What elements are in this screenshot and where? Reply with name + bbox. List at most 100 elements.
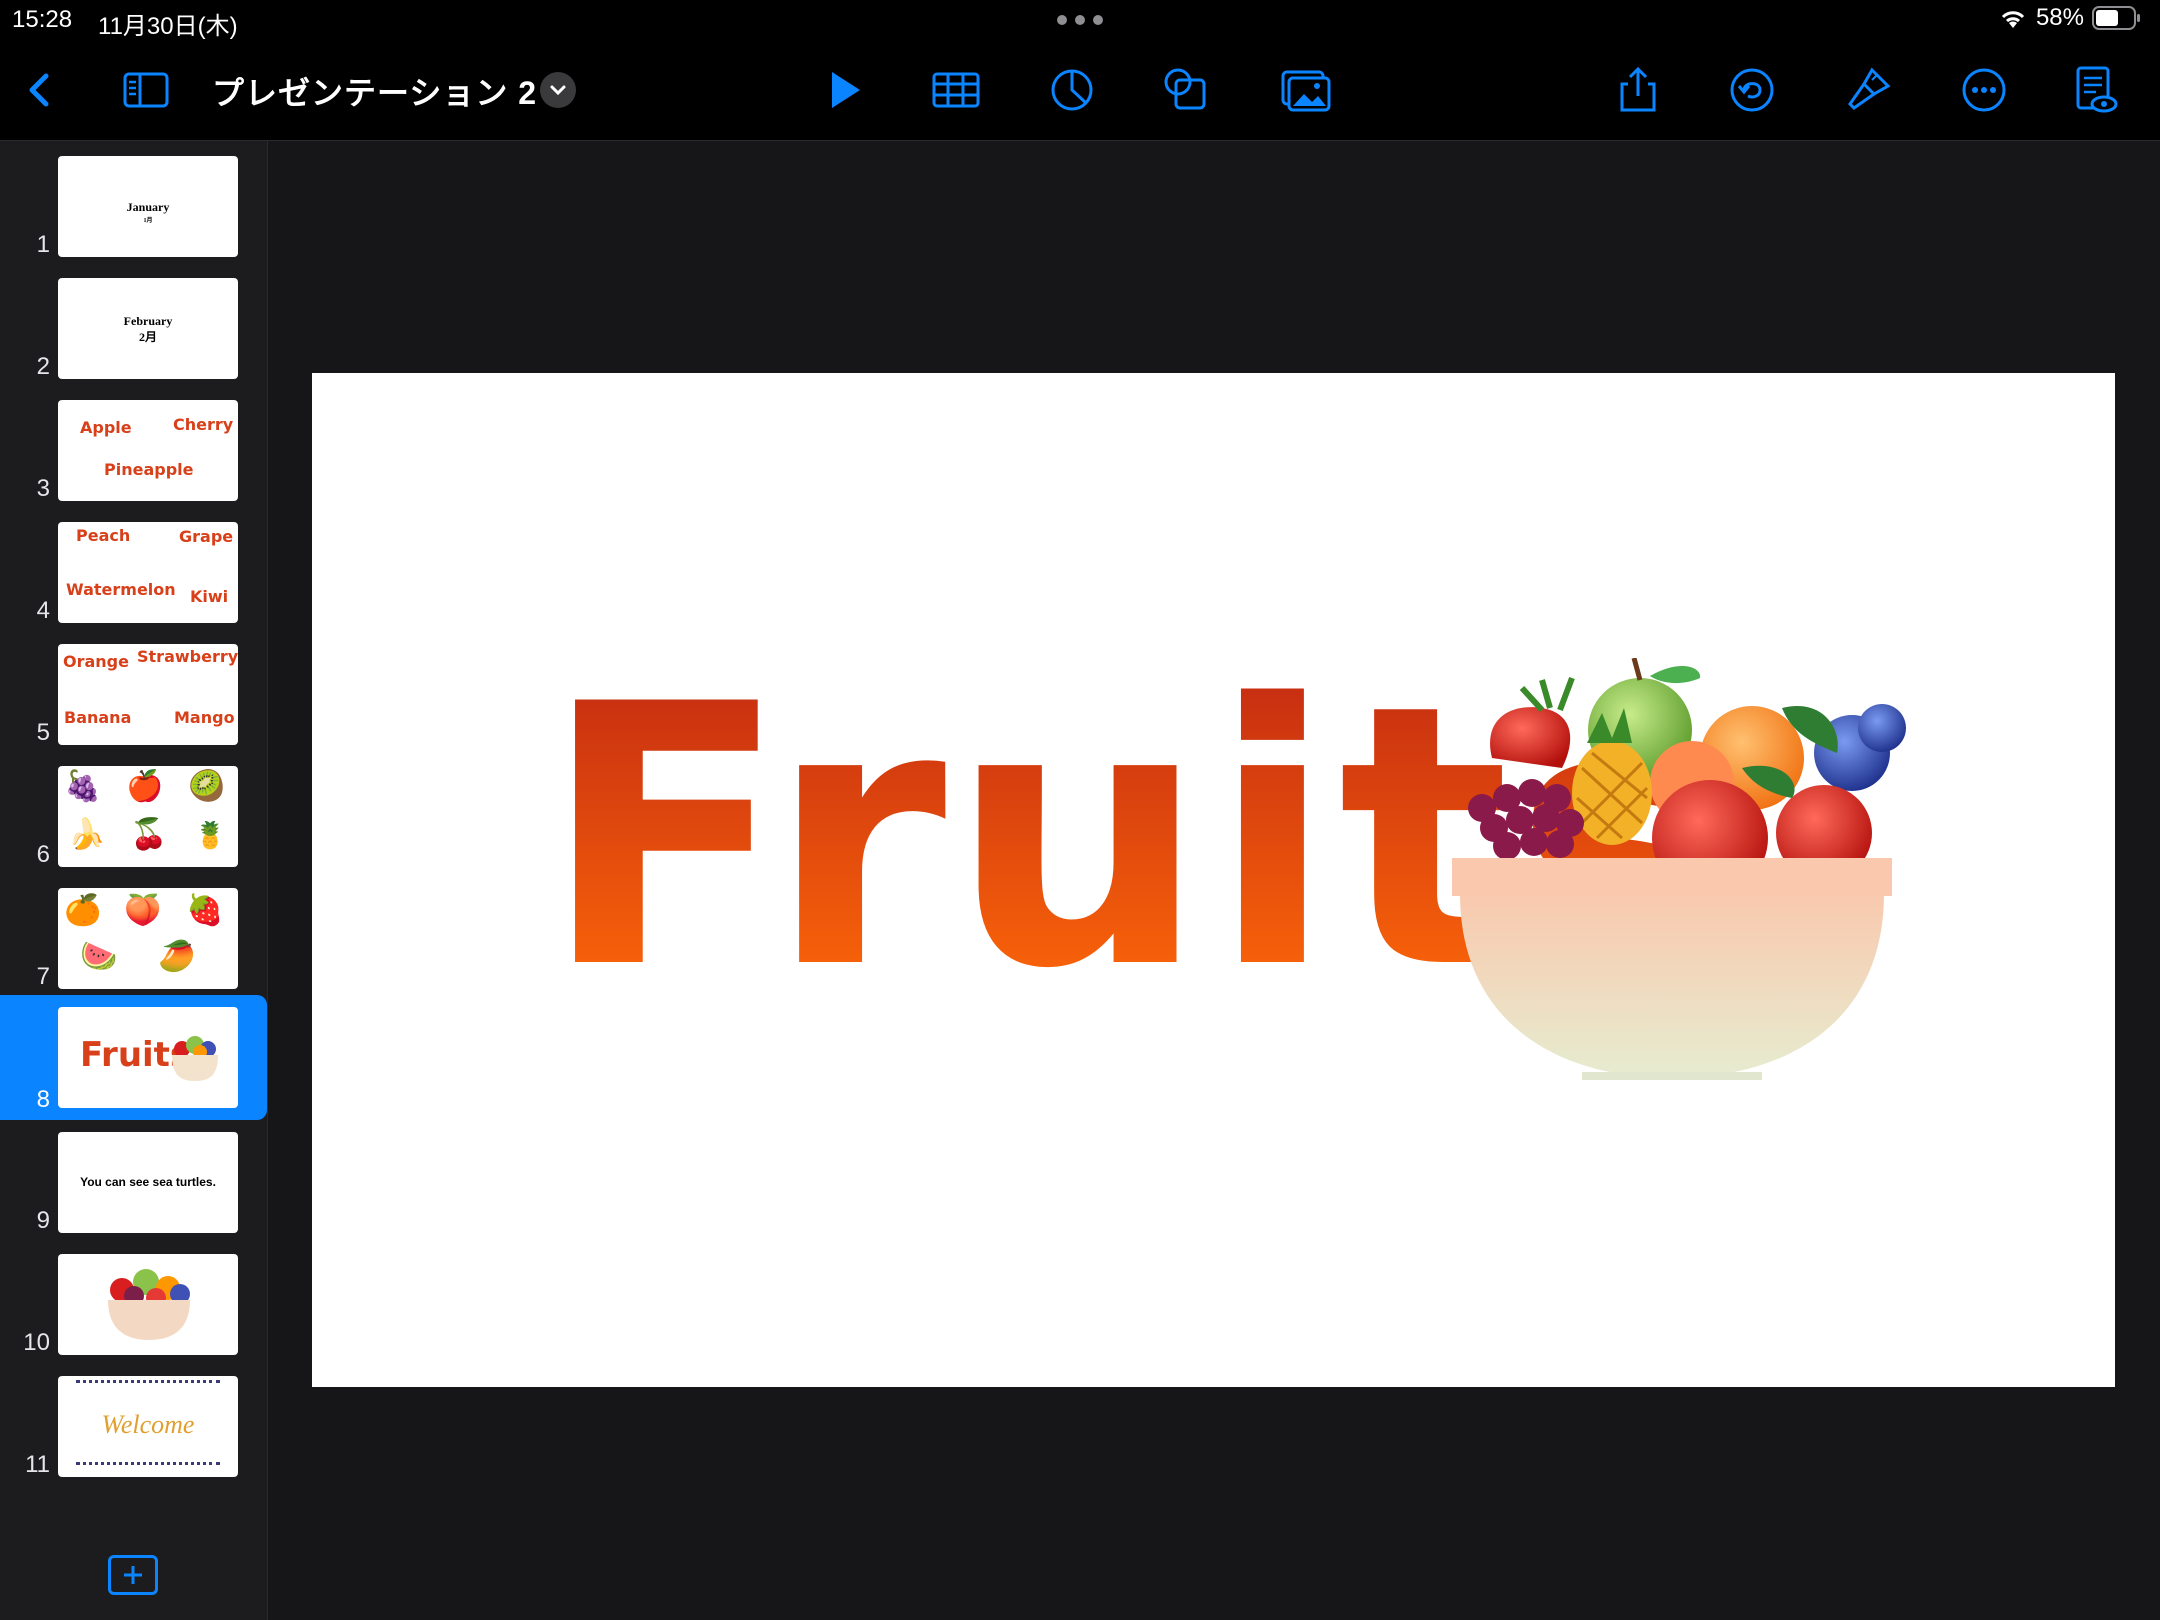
title-menu-button[interactable] xyxy=(540,72,576,108)
battery-percent: 58% xyxy=(2035,4,2084,31)
slide-word: Grape xyxy=(179,527,234,546)
slide-word: Watermelon xyxy=(66,580,176,599)
status-time: 15:28 xyxy=(12,6,73,33)
slide-number: 10 xyxy=(23,1329,50,1356)
wifi-icon xyxy=(2001,11,2025,28)
undo-button[interactable] xyxy=(1724,62,1780,118)
fruit-bowl-image[interactable] xyxy=(1452,658,1922,1098)
slide-text: You can see sea turtles. xyxy=(80,1175,216,1189)
table-icon xyxy=(932,72,980,108)
slide-number: 6 xyxy=(36,841,50,868)
slide-thumbnail-11[interactable]: Welcome 11 xyxy=(0,1367,267,1487)
slide-thumbnail-10[interactable]: 10 xyxy=(0,1245,267,1365)
decorative-border-bottom xyxy=(76,1462,220,1471)
slide-thumbnail-4[interactable]: Peach Grape Watermelon Kiwi 4 xyxy=(0,513,267,633)
orange-icon: 🍊 xyxy=(64,894,102,927)
slide-preview: Fruits xyxy=(58,1007,238,1108)
sidebar-icon xyxy=(123,72,169,108)
slide-preview: February 2月 xyxy=(58,278,238,379)
format-button[interactable] xyxy=(1840,62,1896,118)
peach-icon: 🍑 xyxy=(124,894,162,927)
slide-preview: You can see sea turtles. xyxy=(58,1132,238,1233)
document-view-icon xyxy=(2076,66,2118,113)
grapes-icon: 🍇 xyxy=(64,770,102,803)
slide-word: Banana xyxy=(64,708,132,727)
slide-thumbnail-8[interactable]: Fruits 8 xyxy=(0,995,267,1120)
slide-word: Peach xyxy=(76,526,131,545)
slide-title: January xyxy=(126,200,170,214)
slide-word: Strawberry xyxy=(137,647,238,666)
slide-word: Mango xyxy=(174,708,235,727)
slide-word: Kiwi xyxy=(190,587,229,606)
mango-icon: 🥭 xyxy=(158,940,196,973)
slide-thumbnail-2[interactable]: February 2月 2 xyxy=(0,269,267,389)
insert-chart-button[interactable] xyxy=(1044,62,1100,118)
battery-icon xyxy=(2092,6,2140,30)
slide-word: Orange xyxy=(63,652,129,671)
cherries-icon: 🍒 xyxy=(130,818,168,851)
watermelon-icon: 🍉 xyxy=(80,940,118,973)
slide-thumbnail-3[interactable]: Apple Cherry Pineapple 3 xyxy=(0,391,267,511)
paintbrush-icon xyxy=(1848,67,1891,110)
slide-thumbnail-9[interactable]: You can see sea turtles. 9 xyxy=(0,1123,267,1243)
add-slide-button[interactable] xyxy=(108,1555,158,1595)
slide-preview: Peach Grape Watermelon Kiwi xyxy=(58,522,238,623)
pie-chart-icon xyxy=(1051,69,1093,111)
undo-icon xyxy=(1730,68,1774,112)
slide-number: 5 xyxy=(36,719,50,746)
insert-shape-button[interactable] xyxy=(1158,62,1214,118)
decorative-border-top xyxy=(76,1380,220,1389)
slide-preview: 🍇 🍎 🥝 🍌 🍒 🍍 xyxy=(58,766,238,867)
slide-word: Pineapple xyxy=(104,460,194,479)
presenter-notes-button[interactable] xyxy=(2066,62,2122,118)
slide-number: 11 xyxy=(25,1451,50,1478)
slide-canvas[interactable]: Fruits xyxy=(312,373,2115,1387)
slide-thumbnail-5[interactable]: Orange Strawberry Banana Mango 5 xyxy=(0,635,267,755)
toolbar: プレゼンテーション 2 xyxy=(0,40,2160,141)
multitasking-dots-icon[interactable] xyxy=(1056,14,1104,26)
play-icon xyxy=(832,72,860,108)
slide-number: 1 xyxy=(36,231,50,258)
slide-thumbnail-7[interactable]: 🍊 🍑 🍓 🍉 🥭 7 xyxy=(0,879,267,999)
slide-number: 2 xyxy=(36,353,50,380)
slide-navigator: January 1月 1 February 2月 2 Apple Cherry … xyxy=(0,141,268,1620)
plus-icon xyxy=(124,1566,142,1584)
slide-subtitle: 1月 xyxy=(143,218,153,224)
share-button[interactable] xyxy=(1610,62,1666,118)
slide-preview: Apple Cherry Pineapple xyxy=(58,400,238,501)
status-date: 11月30日(木) xyxy=(98,13,238,40)
fruit-bowl-icon xyxy=(108,1269,190,1340)
slide-number: 4 xyxy=(36,597,50,624)
slide-number: 7 xyxy=(36,963,50,990)
pineapple-icon: 🍍 xyxy=(194,820,227,850)
banana-icon: 🍌 xyxy=(68,818,106,851)
share-icon xyxy=(1620,66,1656,112)
strawberry-icon: 🍓 xyxy=(186,894,224,927)
slide-number: 9 xyxy=(36,1207,50,1234)
slide-number: 3 xyxy=(36,475,50,502)
status-bar: 15:28 11月30日(木) 58% xyxy=(0,0,2160,40)
slide-word: Cherry xyxy=(173,415,234,434)
play-button[interactable] xyxy=(816,62,872,118)
apple-icon: 🍎 xyxy=(126,770,164,803)
status-right: 58% xyxy=(1998,4,2142,32)
insert-media-button[interactable] xyxy=(1278,62,1334,118)
fruit-bowl-icon xyxy=(172,1036,218,1081)
slide-thumbnail-6[interactable]: 🍇 🍎 🥝 🍌 🍒 🍍 6 xyxy=(0,757,267,877)
slide-preview: 🍊 🍑 🍓 🍉 🥭 xyxy=(58,888,238,989)
chevron-down-icon xyxy=(550,85,566,96)
slide-thumbnail-1[interactable]: January 1月 1 xyxy=(0,147,267,267)
slide-number: 8 xyxy=(36,1086,50,1113)
slide-title: February xyxy=(123,314,173,328)
slide-navigator-button[interactable] xyxy=(118,62,174,118)
insert-table-button[interactable] xyxy=(928,62,984,118)
slide-preview: Orange Strawberry Banana Mango xyxy=(58,644,238,745)
shapes-icon xyxy=(1164,68,1206,110)
slide-preview: Welcome xyxy=(58,1376,238,1477)
photo-icon xyxy=(1281,70,1331,112)
back-button[interactable] xyxy=(12,62,68,118)
slide-preview xyxy=(58,1254,238,1355)
slide-word: Apple xyxy=(80,418,132,437)
more-button[interactable] xyxy=(1956,62,2012,118)
document-title[interactable]: プレゼンテーション 2 xyxy=(212,68,537,114)
